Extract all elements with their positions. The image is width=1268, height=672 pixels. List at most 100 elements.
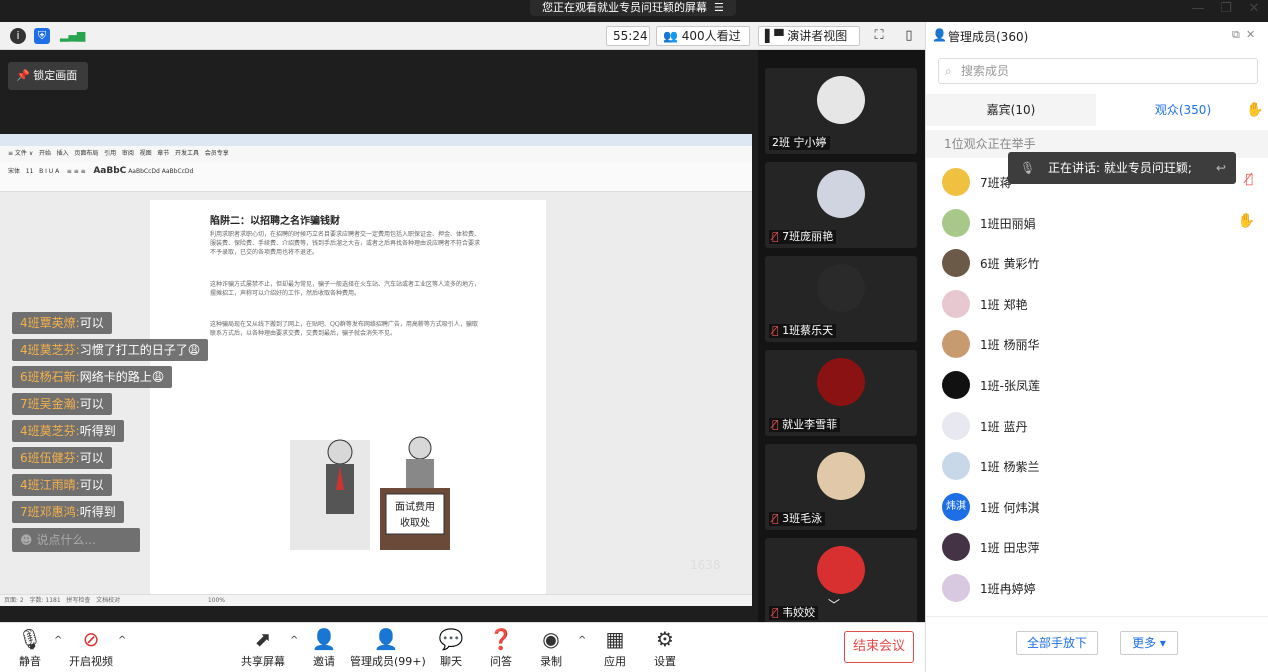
sidebar-toggle-icon[interactable]: ▯ [898,26,920,46]
member-row[interactable]: 1班田丽娟 ✋ [926,203,1268,244]
more-button[interactable]: 更多 ▾ [1120,631,1178,655]
video-options-caret[interactable]: ^ [118,635,126,646]
chat-bubble: 4班莫芝芬:习惯了打工的日子了😩 [12,339,209,361]
video-tile[interactable]: 2班 宁小婷 [765,68,917,154]
layout-icon: ▌▀ [765,29,788,43]
video-tile-name: 🎙̸ 韦姣姣 [769,606,819,620]
video-tile-name: 🎙̸ 1班蔡乐天 [769,324,837,338]
minimize-icon[interactable]: — [1186,0,1210,18]
mute-button[interactable]: 🎙 静音 [10,627,50,669]
chat-button[interactable]: 💬 聊天 [434,627,468,669]
pin-icon: 📌 [16,69,34,82]
member-name: 1班 田忠萍 [980,541,1040,556]
meeting-app: — ❐ ✕ 您正在观看就业专员问玨颖的屏幕 ☰ i ⛨ ▂▄▆ 55:24 👥 … [0,0,1268,672]
invite-label: 邀请 [313,655,335,668]
info-icon[interactable]: i [10,28,26,44]
member-row[interactable]: 1班冉婷婷 [926,568,1268,609]
close-icon[interactable]: ✕ [1242,0,1266,18]
chat-input-placeholder: 说点什么... [36,533,96,547]
video-tile[interactable]: 🎙̸ 7班庞丽艳 [765,162,917,248]
meeting-timer: 55:24 [606,26,650,46]
presenter-view-label: 演讲者视图 [787,29,848,43]
avatar [942,168,970,196]
signal-icon[interactable]: ▂▄▆ [60,28,85,44]
banner-menu-icon[interactable]: ☰ [711,1,724,14]
chat-input[interactable]: ☻ 说点什么... [12,528,140,552]
raised-hand-icon[interactable]: ✋ [1238,213,1255,229]
video-tile[interactable]: 🎙̸ 韦姣姣 [765,538,917,624]
record-button[interactable]: ◉ 录制 [534,627,568,669]
fullscreen-icon[interactable]: ⛶ [868,26,890,46]
chat-message: 6班伍健芬:可以 [12,447,212,474]
video-tile[interactable]: 🎙̸ 1班蔡乐天 [765,256,917,342]
chat-sender: 7班邓惠鸿: [20,505,80,519]
presenter-view-dropdown[interactable]: ▌▀ 演讲者视图 ▾ [758,26,860,61]
chat-bubble: 4班江雨晴:可以 [12,474,112,496]
member-row[interactable]: 1班-张凤莲 [926,365,1268,406]
chat-message: 4班覃英燎:可以 [12,312,212,339]
apps-icon: ▦ [605,627,625,651]
record-label: 录制 [540,655,562,668]
member-row[interactable]: 1班 郑艳 [926,284,1268,325]
avatar [942,533,970,562]
sign-line-1: 面试费用 [395,500,435,513]
mic-muted-icon: 🎙̸ [772,324,783,337]
end-meeting-button[interactable]: 结束会议 [844,631,914,663]
chat-bubble: 4班莫芝芬:听得到 [12,420,124,442]
tab-audience[interactable]: 观众(350) [1098,94,1268,126]
microphone-icon: 🎙 [17,627,43,651]
panel-footer: 全部手放下 更多 ▾ [926,616,1268,672]
close-panel-icon[interactable]: ✕ [1246,28,1255,41]
video-tile[interactable]: 🎙̸ 就业李雪菲 [765,350,917,436]
share-screen-button[interactable]: ⬈ 共享屏幕 [240,627,286,669]
chat-bubble: 6班伍健芬:可以 [12,447,112,469]
member-name: 1班 郑艳 [980,297,1028,312]
avatar [942,289,970,318]
member-name: 1班田丽娟 [980,216,1036,231]
avatar: 炜淇 [942,492,970,521]
viewers-count[interactable]: 👥 400人看过 [656,26,750,46]
invite-button[interactable]: 👤 邀请 [306,627,342,669]
avatar [942,330,970,359]
shield-icon[interactable]: ⛨ [34,28,50,44]
member-row[interactable]: 6班 黄彩竹 [926,243,1268,284]
doc-paragraph-2: 这种诈骗方式屡禁不止，但却最为常见，骗子一般选择在火车站、汽车站或者工业区等人流… [210,281,481,297]
chevron-down-icon[interactable]: ﹀ [828,596,840,613]
settings-button[interactable]: ⚙ 设置 [648,627,682,669]
member-row[interactable]: 1班 蓝丹 [926,406,1268,447]
manage-members-button[interactable]: 👤 管理成员(99+) [350,627,426,669]
speaking-text: 正在讲话: 就业专员问玨颖; [1048,161,1192,175]
wps-status-bar: 页面: 2 字数: 1181 拼写检查 文档校对 100% [0,594,752,606]
member-row[interactable]: 1班 杨丽华 [926,324,1268,365]
avatar [942,573,970,602]
member-row[interactable]: 1班 田忠萍 [926,527,1268,568]
lock-view-button[interactable]: 📌 锁定画面 [8,62,88,90]
start-video-button[interactable]: ⊘ 开启视频 [66,627,116,669]
reply-icon[interactable]: ↩ [1216,152,1226,184]
gear-icon: ⚙ [656,627,674,651]
chat-emoji-icon[interactable]: ☻ [20,533,36,547]
member-search-input[interactable]: ⌕ 搜索成员 [938,58,1258,84]
chat-message: 7班吴金瀚:可以 [12,393,212,420]
apps-button[interactable]: ▦ 应用 [598,627,632,669]
doc-paragraph-3: 这种骗局现在又从线下搬到了网上，在贴吧、QQ群等发布网络招聘广告，用高薪等方式吸… [210,321,478,337]
tab-guests[interactable]: 嘉宾(10) [926,94,1096,126]
chat-text: 习惯了打工的日子了😩 [79,343,201,357]
member-tabs: 嘉宾(10) 观众(350) ✋ [926,94,1268,126]
chat-label: 聊天 [440,655,462,668]
video-tile-name: 🎙̸ 就业李雪菲 [769,418,841,432]
member-row[interactable]: 炜淇 1班 何炜淇 [926,487,1268,528]
restore-icon[interactable]: ❐ [1214,0,1238,18]
share-screen-label: 共享屏幕 [241,655,285,668]
record-options-caret[interactable]: ^ [578,635,586,646]
share-options-caret[interactable]: ^ [290,635,298,646]
member-row[interactable]: 1班 杨紫兰 [926,446,1268,487]
popout-icon[interactable]: ⧉ [1232,28,1240,42]
all-hands-down-button[interactable]: 全部手放下 [1016,631,1098,655]
chat-bubble: 7班邓惠鸿:听得到 [12,501,124,523]
mic-muted-icon[interactable]: 🎙̸ [1245,172,1253,187]
mute-options-caret[interactable]: ^ [54,635,62,646]
avatar [942,249,970,278]
video-tile[interactable]: 🎙̸ 3班毛泳 [765,444,917,530]
qa-button[interactable]: ❓ 问答 [484,627,518,669]
